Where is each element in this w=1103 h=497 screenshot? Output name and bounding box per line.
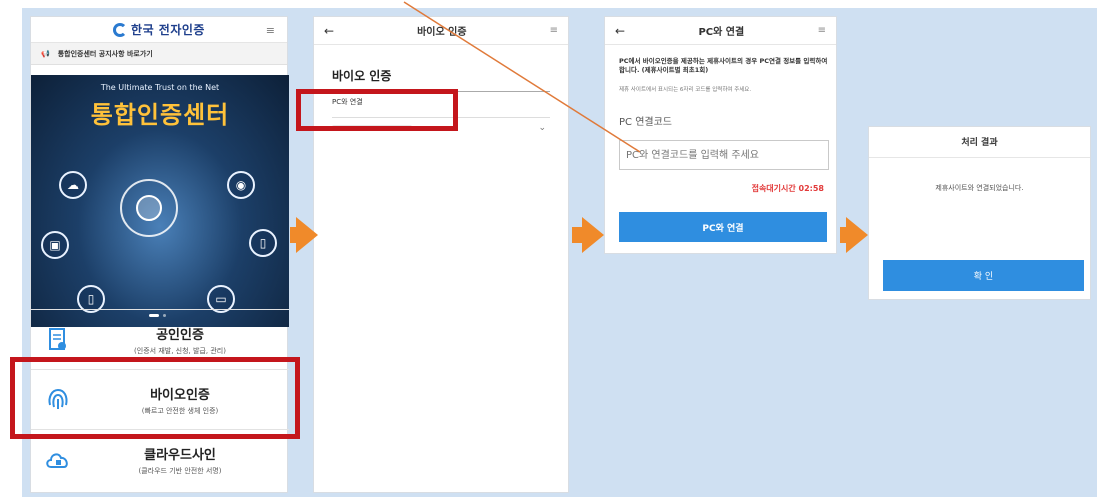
pointer-line xyxy=(403,1,641,153)
tutorial-composite: 한국 전자인증 ≡ 📢 통합인증센터 공지사항 바로가기 The Ultimat… xyxy=(0,0,1103,497)
